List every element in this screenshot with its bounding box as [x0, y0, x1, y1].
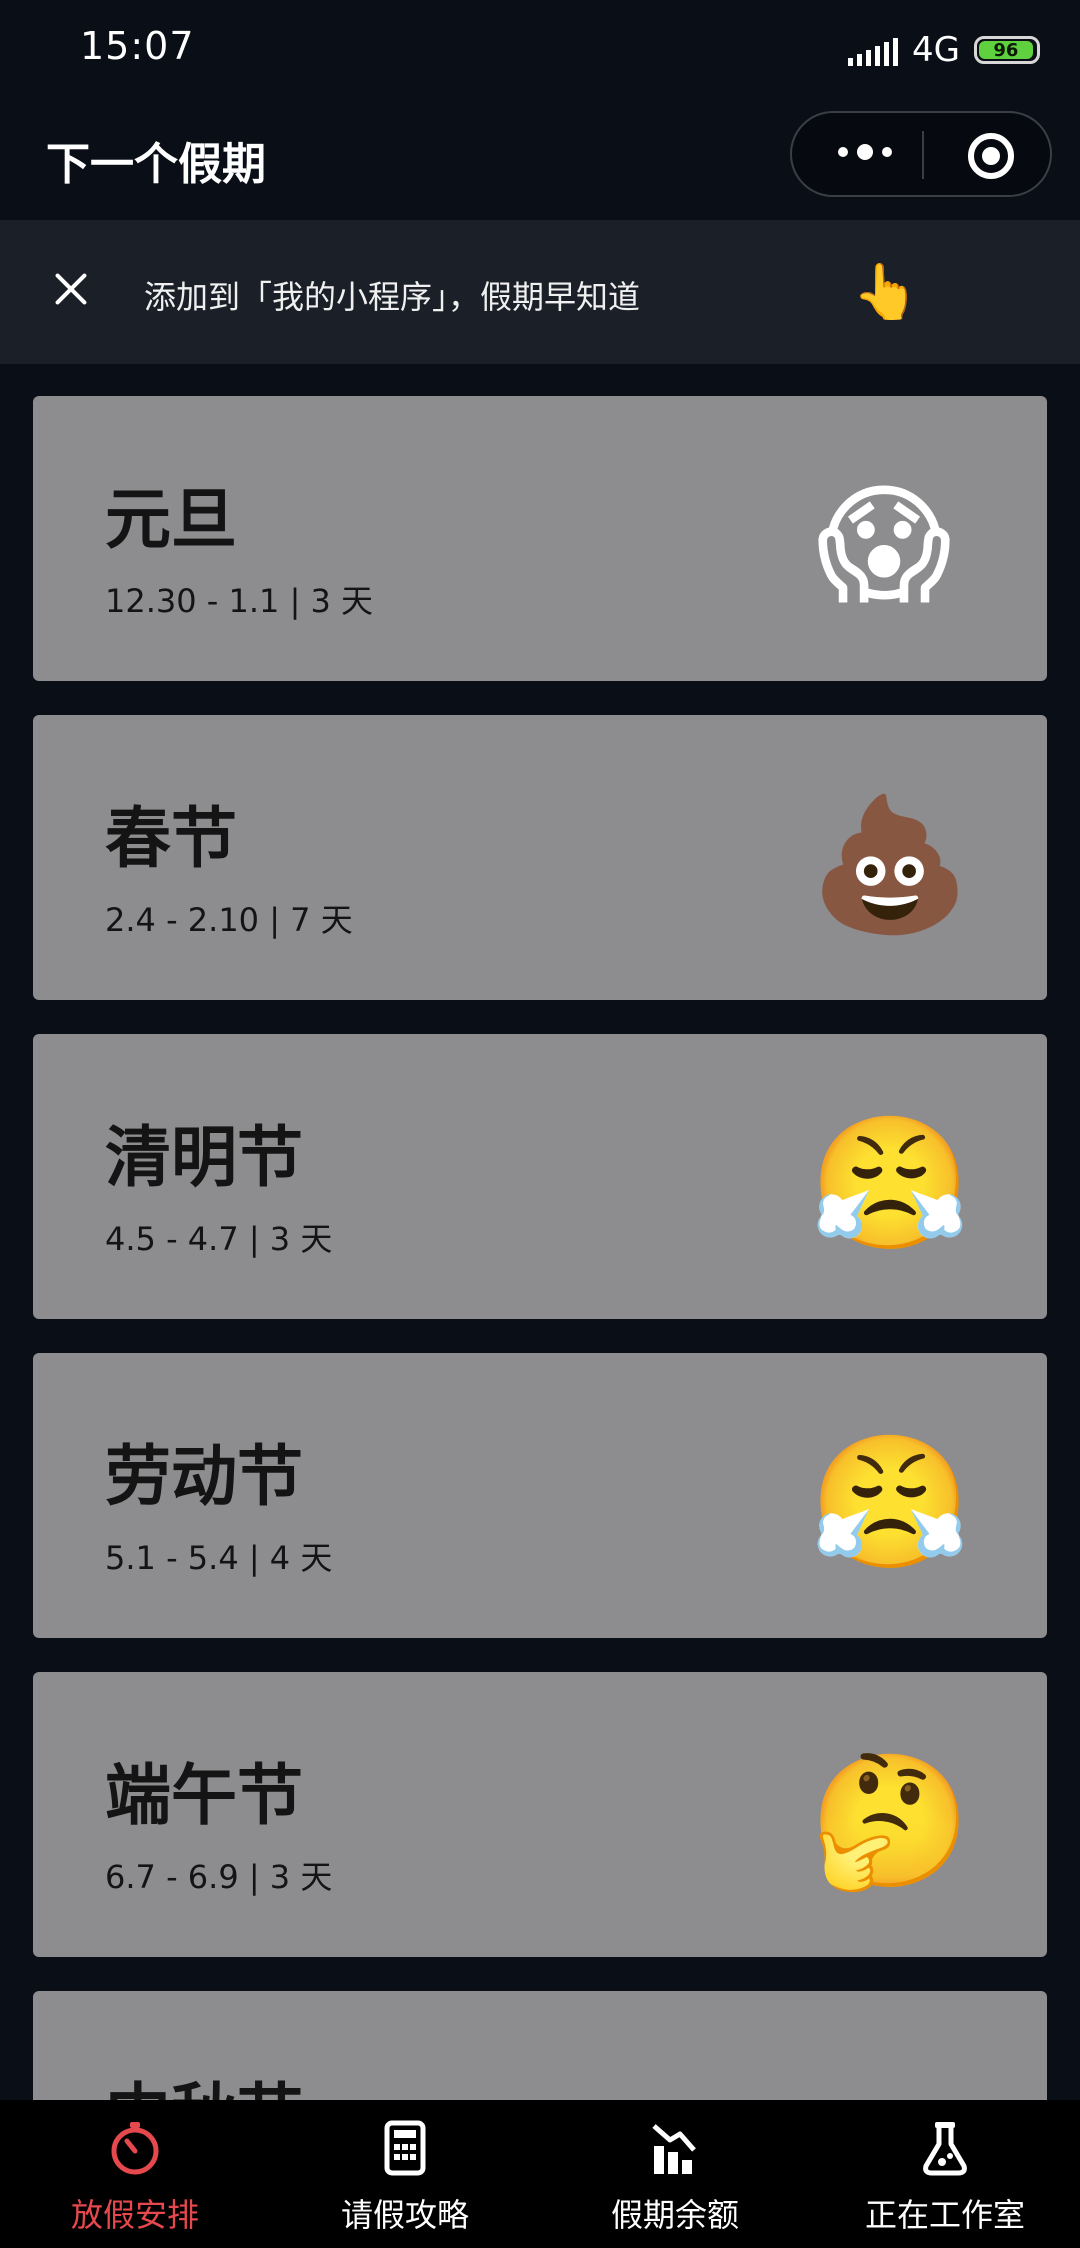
holiday-list: 元旦 12.30 - 1.1 | 3 天 😱 春节 2.4 - 2.10 | 7… — [0, 364, 1080, 2100]
bottom-tab-bar: 放假安排 请假攻略 假期余额 正在工作室 — [0, 2100, 1080, 2248]
holiday-card[interactable]: 劳动节 5.1 - 5.4 | 4 天 😤 — [33, 1353, 1047, 1638]
capsule-divider — [922, 131, 924, 179]
tab-label: 正在工作室 — [864, 2196, 1025, 2234]
holiday-card[interactable]: 中秋节 — [33, 1991, 1047, 2100]
date-separator: | — [269, 901, 280, 939]
day-count: 3 天 — [269, 1220, 333, 1258]
holiday-emoji-icon: 😤 — [809, 1107, 971, 1259]
holiday-name: 劳动节 — [105, 1437, 303, 1515]
tab-holiday-balance[interactable]: 假期余额 — [540, 2100, 810, 2248]
holiday-dates: 6.7 - 6.9 | 3 天 — [105, 1852, 332, 1898]
network-type: 4G — [912, 30, 960, 70]
tab-holiday-schedule[interactable]: 放假安排 — [0, 2100, 270, 2248]
date-range: 2.4 - 2.10 — [105, 901, 260, 939]
status-indicators: 4G 96 — [848, 30, 1040, 70]
date-range: 6.7 - 6.9 — [105, 1858, 239, 1896]
day-count: 3 天 — [310, 582, 374, 620]
date-range: 4.5 - 4.7 — [105, 1220, 239, 1258]
calculator-icon — [384, 2120, 426, 2176]
holiday-emoji-icon: 😤 — [809, 1426, 971, 1578]
target-circle-icon[interactable] — [968, 133, 1014, 179]
add-to-favorites-banner: 添加到「我的小程序」，假期早知道 👆 — [0, 220, 1080, 364]
date-separator: | — [248, 1858, 260, 1896]
holiday-name: 元旦 — [105, 480, 237, 558]
status-bar: 15:07 4G 96 — [0, 0, 1080, 100]
date-separator: | — [289, 582, 301, 620]
holiday-card[interactable]: 清明节 4.5 - 4.7 | 3 天 😤 — [33, 1034, 1047, 1319]
holiday-card[interactable]: 元旦 12.30 - 1.1 | 3 天 😱 — [33, 396, 1047, 681]
battery-level: 96 — [979, 40, 1033, 61]
more-dots-icon[interactable] — [838, 144, 892, 160]
chart-decline-icon — [652, 2124, 696, 2174]
tab-label: 假期余额 — [610, 2196, 739, 2234]
close-icon[interactable] — [52, 270, 90, 308]
flask-icon — [923, 2122, 967, 2176]
holiday-dates: 2.4 - 2.10 | 7 天 — [105, 895, 353, 941]
holiday-name: 春节 — [105, 799, 237, 877]
day-count: 7 天 — [290, 901, 353, 939]
holiday-name: 端午节 — [105, 1756, 303, 1834]
banner-text: 添加到「我的小程序」，假期早知道 — [144, 278, 641, 316]
stopwatch-icon — [111, 2122, 159, 2175]
tab-label: 请假攻略 — [340, 2196, 469, 2234]
holiday-card[interactable]: 端午节 6.7 - 6.9 | 3 天 🤔 — [33, 1672, 1047, 1957]
holiday-dates: 4.5 - 4.7 | 3 天 — [105, 1214, 332, 1260]
tab-label: 放假安排 — [70, 2196, 199, 2234]
tab-leave-strategy[interactable]: 请假攻略 — [270, 2100, 540, 2248]
date-separator: | — [248, 1539, 260, 1577]
tab-studio[interactable]: 正在工作室 — [810, 2100, 1080, 2248]
page-title: 下一个假期 — [46, 139, 266, 190]
day-count: 4 天 — [269, 1539, 333, 1577]
holiday-dates: 12.30 - 1.1 | 3 天 — [105, 576, 373, 622]
holiday-card[interactable]: 春节 2.4 - 2.10 | 7 天 💩 — [33, 715, 1047, 1000]
date-range: 5.1 - 5.4 — [105, 1539, 239, 1577]
date-range: 12.30 - 1.1 — [105, 582, 280, 620]
pointing-hand-icon: 👆 — [852, 260, 920, 323]
day-count: 3 天 — [269, 1858, 333, 1896]
holiday-emoji-icon: 💩 — [809, 788, 971, 940]
battery-icon: 96 — [974, 36, 1040, 64]
app-header: 下一个假期 — [0, 100, 1080, 220]
status-time: 15:07 — [80, 24, 195, 68]
holiday-emoji-icon: 😱 — [816, 469, 952, 621]
date-separator: | — [248, 1220, 260, 1258]
holiday-name: 中秋节 — [105, 2061, 303, 2100]
holiday-dates: 5.1 - 5.4 | 4 天 — [105, 1533, 332, 1579]
holiday-emoji-icon: 🤔 — [809, 1745, 971, 1897]
miniprogram-capsule — [790, 111, 1052, 197]
signal-icon — [848, 34, 899, 66]
holiday-name: 清明节 — [105, 1118, 303, 1196]
